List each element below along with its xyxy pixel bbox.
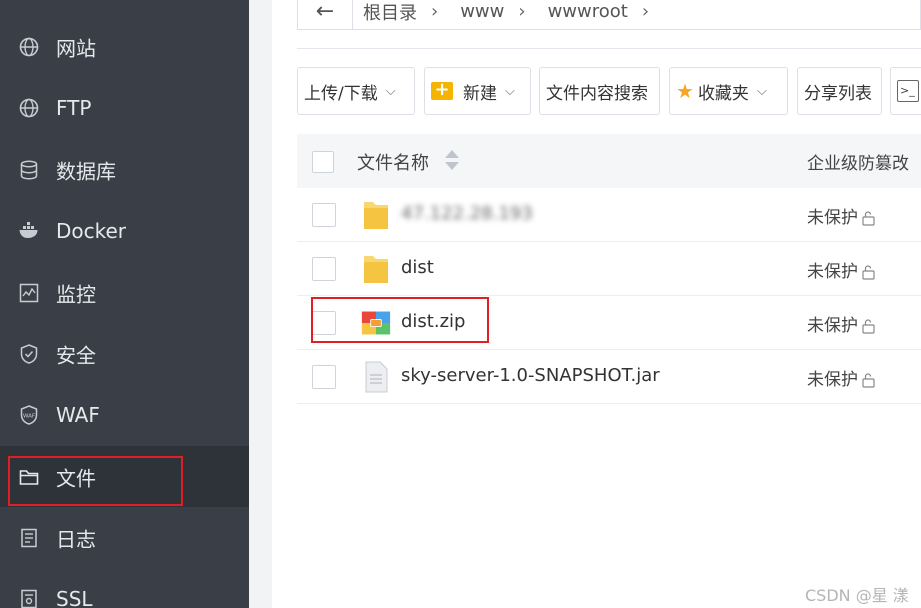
folder-icon [364, 256, 388, 283]
sidebar-item-label: 文件 [56, 466, 96, 490]
protection-status[interactable]: 未保护 [807, 311, 876, 336]
sort-icon[interactable] [445, 150, 459, 172]
terminal-icon: >_ [897, 80, 919, 102]
table-row[interactable]: dist 未保护 [297, 242, 921, 296]
sidebar-item-label: SSL [56, 586, 93, 608]
column-header-protection: 企业级防篡改 [807, 154, 909, 174]
upload-download-button[interactable]: 上传/下载 ⌵ [297, 67, 415, 115]
sidebar-item-label: 网站 [56, 36, 96, 60]
sidebar-item-label: WAF [56, 402, 100, 427]
sidebar-item-files[interactable]: 文件 [0, 446, 249, 507]
unlock-icon [862, 372, 875, 388]
sidebar: 网站 FTP 数据库 Docker 监控 安全 WAF WAF 文件 日志 SS… [0, 0, 249, 608]
sidebar-item-label: 数据库 [56, 159, 116, 183]
share-list-button[interactable]: 分享列表 [797, 67, 882, 115]
zip-archive-icon [361, 311, 391, 335]
waf-shield-icon: WAF [20, 404, 38, 425]
monitor-icon [19, 283, 39, 302]
chevron-right-icon: › [518, 1, 526, 22]
sidebar-item-docker[interactable]: Docker [0, 200, 249, 261]
table-row[interactable]: 47.122.28.193 未保护 [297, 188, 921, 242]
docker-icon [19, 221, 38, 238]
terminal-button[interactable]: >_ [890, 67, 921, 115]
unlock-icon [862, 264, 875, 280]
chevron-right-icon: › [431, 1, 439, 22]
protection-status[interactable]: 未保护 [807, 365, 876, 390]
shield-icon [20, 343, 38, 364]
select-all-checkbox[interactable] [312, 151, 334, 173]
column-header-name[interactable]: 文件名称 [357, 149, 429, 175]
globe-icon [19, 98, 39, 117]
row-checkbox[interactable] [312, 203, 336, 227]
svg-text:WAF: WAF [23, 413, 35, 419]
breadcrumb-item-wwwroot[interactable]: wwwroot › [538, 0, 661, 29]
file-content-search-button[interactable]: 文件内容搜索 [539, 67, 660, 115]
log-icon [21, 528, 37, 547]
star-icon: ★ [676, 79, 694, 103]
globe-icon [19, 37, 39, 56]
divider [297, 48, 921, 49]
folder-plus-icon [431, 79, 453, 100]
folder-icon [364, 202, 388, 229]
sidebar-item-logs[interactable]: 日志 [0, 507, 249, 568]
sidebar-item-label: 安全 [56, 343, 96, 367]
toolbar: 上传/下载 ⌵ 新建 ⌵ 文件内容搜索 ★ 收藏夹 ⌵ 分享列表 >_ [297, 67, 921, 115]
sidebar-item-label: 日志 [56, 527, 96, 551]
chevron-down-icon: ⌵ [756, 83, 767, 99]
unlock-icon [862, 210, 875, 226]
watermark: CSDN @星 漾 [805, 586, 909, 605]
sidebar-item-database[interactable]: 数据库 [0, 139, 249, 200]
row-checkbox[interactable] [312, 257, 336, 281]
row-checkbox[interactable] [312, 311, 336, 335]
sidebar-item-ftp[interactable]: FTP [0, 77, 249, 138]
sidebar-item-website[interactable]: 网站 [0, 16, 249, 77]
chevron-right-icon: › [641, 1, 650, 22]
file-manager-panel: ← 根目录› www› wwwroot› 上传/下载 ⌵ 新建 ⌵ 文件内容搜索… [272, 0, 921, 608]
back-button[interactable]: ← [298, 0, 353, 29]
database-icon [20, 159, 38, 180]
table-row[interactable]: sky-server-1.0-SNAPSHOT.jar 未保护 [297, 350, 921, 404]
sidebar-item-waf[interactable]: WAF WAF [0, 384, 249, 445]
favorites-button[interactable]: ★ 收藏夹 ⌵ [669, 67, 788, 115]
sidebar-item-monitor[interactable]: 监控 [0, 262, 249, 323]
table-row[interactable]: dist.zip 未保护 [297, 296, 921, 350]
sidebar-item-label: Docker [56, 218, 127, 243]
row-checkbox[interactable] [312, 365, 336, 389]
arrow-left-icon: ← [315, 0, 335, 24]
file-name[interactable]: dist [401, 257, 434, 278]
folder-icon [19, 469, 39, 485]
chevron-down-icon: ⌵ [385, 83, 396, 99]
table-header: 文件名称 企业级防篡改 [297, 134, 921, 188]
new-button[interactable]: 新建 ⌵ [424, 67, 531, 115]
chevron-down-icon: ⌵ [505, 83, 515, 99]
protection-status[interactable]: 未保护 [807, 203, 876, 228]
breadcrumb-item-www[interactable]: www › [450, 0, 537, 29]
sidebar-item-label: FTP [56, 95, 92, 120]
file-icon [365, 361, 388, 393]
file-name[interactable]: 47.122.28.193 [401, 203, 533, 224]
breadcrumb: ← 根目录 › www › wwwroot › [297, 0, 921, 30]
sidebar-item-security[interactable]: 安全 [0, 323, 249, 384]
breadcrumb-item-root[interactable]: 根目录 › [353, 0, 450, 29]
file-name[interactable]: dist.zip [401, 311, 465, 332]
unlock-icon [862, 318, 875, 334]
sidebar-item-ssl[interactable]: SSL [0, 568, 249, 608]
ssl-icon [21, 589, 37, 608]
file-name[interactable]: sky-server-1.0-SNAPSHOT.jar [401, 365, 660, 386]
protection-status[interactable]: 未保护 [807, 257, 876, 282]
sidebar-item-label: 监控 [56, 282, 96, 306]
